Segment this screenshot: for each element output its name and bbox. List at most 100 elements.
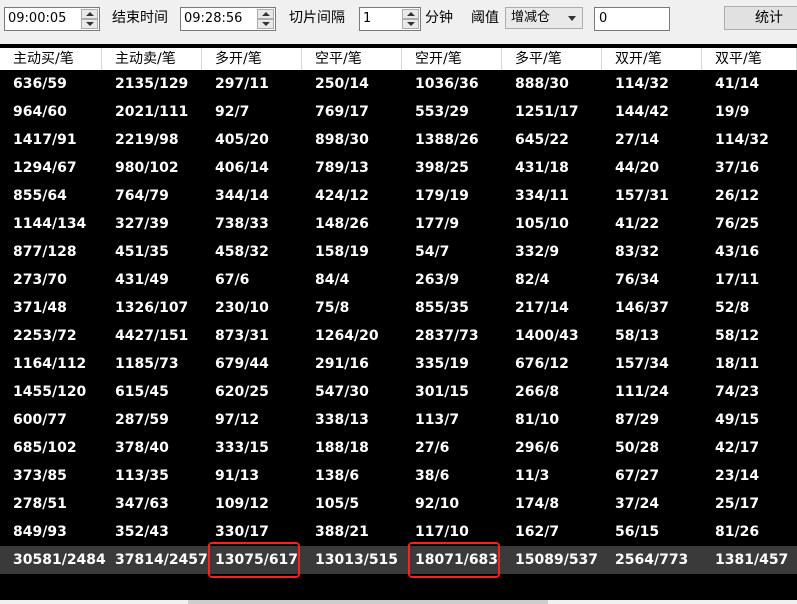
column-header[interactable]: 多开/笔	[202, 48, 302, 70]
total-cell: 13013/515	[315, 552, 399, 568]
table-cell: 406/14	[215, 160, 269, 176]
column-header[interactable]: 空开/笔	[402, 48, 502, 70]
table-cell: 301/15	[415, 384, 469, 400]
table-cell: 97/12	[215, 412, 260, 428]
table-cell: 451/35	[115, 244, 169, 260]
table-cell: 27/6	[415, 440, 450, 456]
table-cell: 81/26	[715, 524, 760, 540]
start-time-value[interactable]: 09:00:05	[8, 11, 66, 27]
interval-spinner[interactable]	[402, 9, 419, 29]
table-cell: 398/25	[415, 160, 469, 176]
table-cell: 41/14	[715, 76, 760, 92]
table-cell: 148/26	[315, 216, 369, 232]
table-cell: 263/9	[415, 272, 460, 288]
table-row[interactable]: 2253/72 4427/151 873/31 1264/20 2837/73 1400/…	[0, 322, 797, 350]
table-row[interactable]: 855/64 764/79 344/14 424/12 179/19 334/11 157/…	[0, 182, 797, 210]
table-cell: 2135/129	[115, 76, 189, 92]
table-cell: 1294/67	[13, 160, 77, 176]
interval-stepper[interactable]: 1	[359, 7, 421, 31]
column-header[interactable]: 多平/笔	[502, 48, 602, 70]
table-cell: 278/51	[13, 496, 67, 512]
table-cell: 1251/17	[515, 104, 579, 120]
table-row[interactable]: 278/51 347/63 109/12 105/5 92/10 174/8 37/24 25…	[0, 490, 797, 518]
table-row[interactable]: 371/48 1326/107 230/10 75/8 855/35 217/14 146/…	[0, 294, 797, 322]
table-cell: 873/31	[215, 328, 269, 344]
table-row[interactable]: 600/77 287/59 97/12 338/13 113/7 81/10 87/29 49…	[0, 406, 797, 434]
table-cell: 18/11	[715, 356, 760, 372]
table-cell: 114/32	[715, 132, 769, 148]
column-header[interactable]: 双开/笔	[602, 48, 702, 70]
column-header[interactable]: 主动卖/笔	[102, 48, 202, 70]
table-cell: 42/17	[715, 440, 760, 456]
start-time-spinner[interactable]	[81, 9, 98, 29]
table-cell: 877/128	[13, 244, 77, 260]
increment-arrow-icon[interactable]	[257, 9, 274, 19]
table-cell: 405/20	[215, 132, 269, 148]
table-cell: 738/33	[215, 216, 269, 232]
increment-arrow-icon[interactable]	[402, 9, 419, 19]
table-cell: 67/6	[215, 272, 250, 288]
horizontal-scrollbar[interactable]	[0, 600, 797, 604]
table-cell: 50/28	[615, 440, 660, 456]
threshold-input-value[interactable]: 0	[599, 11, 607, 27]
table-row[interactable]: 877/128 451/35 458/32 158/19 54/7 332/9 83/32 4…	[0, 238, 797, 266]
totals-row[interactable]: 30581/2484 37814/2457 13075/617 13013/515 18…	[0, 546, 797, 574]
table-cell: 855/35	[415, 300, 469, 316]
highlight-box	[208, 542, 300, 578]
table-cell: 352/43	[115, 524, 169, 540]
scrollbar-thumb[interactable]	[188, 600, 548, 604]
table-cell: 371/48	[13, 300, 67, 316]
table-row[interactable]: 273/70 431/49 67/6 84/4 263/9 82/4 76/34 17/11	[0, 266, 797, 294]
table-cell: 266/8	[515, 384, 560, 400]
table-cell: 82/4	[515, 272, 550, 288]
start-time-picker[interactable]: 09:00:05	[4, 7, 100, 31]
table-cell: 296/6	[515, 440, 560, 456]
threshold-mode-select[interactable]: 增减仓	[505, 7, 583, 29]
interval-value[interactable]: 1	[363, 11, 371, 27]
table-row[interactable]: 685/102 378/40 333/15 188/18 27/6 296/6 50/28 4…	[0, 434, 797, 462]
table-cell: 38/6	[415, 468, 450, 484]
table-cell: 74/23	[715, 384, 760, 400]
stats-button[interactable]: 统计	[724, 6, 797, 30]
end-time-spinner[interactable]	[257, 9, 274, 29]
total-cell: 37814/2457	[115, 552, 208, 568]
threshold-mode-value: 增减仓	[511, 10, 551, 25]
table-cell: 344/14	[215, 188, 269, 204]
table-row[interactable]: 373/85 113/35 91/13 138/6 38/6 11/3 67/27 23/14	[0, 462, 797, 490]
end-time-value[interactable]: 09:28:56	[184, 11, 242, 27]
column-header[interactable]: 主动买/笔	[0, 48, 102, 70]
decrement-arrow-icon[interactable]	[81, 19, 98, 29]
table-cell: 67/27	[615, 468, 660, 484]
table-cell: 188/18	[315, 440, 369, 456]
end-time-picker[interactable]: 09:28:56	[180, 7, 276, 31]
table-cell: 964/60	[13, 104, 67, 120]
column-header[interactable]: 双平/笔	[702, 48, 797, 70]
total-cell: 15089/537	[515, 552, 599, 568]
table-row[interactable]: 1144/134 327/39 738/33 148/26 177/9 105/10 41/…	[0, 210, 797, 238]
decrement-arrow-icon[interactable]	[402, 19, 419, 29]
table-cell: 109/12	[215, 496, 269, 512]
chevron-down-icon[interactable]	[568, 16, 576, 21]
table-row[interactable]: 964/60 2021/111 92/7 769/17 553/29 1251/17 144…	[0, 98, 797, 126]
column-header[interactable]: 空平/笔	[302, 48, 402, 70]
table-cell: 4427/151	[115, 328, 189, 344]
table-row[interactable]: 1164/112 1185/73 679/44 291/16 335/19 676/12 1…	[0, 350, 797, 378]
table-row[interactable]: 636/59 2135/129 297/11 250/14 1036/36 888/30 1…	[0, 70, 797, 98]
table-cell: 157/34	[615, 356, 669, 372]
table-cell: 84/4	[315, 272, 350, 288]
threshold-input[interactable]: 0	[594, 7, 670, 31]
table-row[interactable]: 1417/91 2219/98 405/20 898/30 1388/26 645/22 2…	[0, 126, 797, 154]
table-cell: 157/31	[615, 188, 669, 204]
table-cell: 332/9	[515, 244, 560, 260]
stats-button-label: 统计	[755, 10, 783, 26]
table-row[interactable]: 849/93 352/43 330/17 388/21 117/10 162/7 56/15…	[0, 518, 797, 546]
table-cell: 980/102	[115, 160, 179, 176]
table-row[interactable]: 1294/67 980/102 406/14 789/13 398/25 431/18 44…	[0, 154, 797, 182]
table-cell: 620/25	[215, 384, 269, 400]
increment-arrow-icon[interactable]	[81, 9, 98, 19]
table-cell: 334/11	[515, 188, 569, 204]
table-row[interactable]: 1455/120 615/45 620/25 547/30 301/15 266/8 111…	[0, 378, 797, 406]
decrement-arrow-icon[interactable]	[257, 19, 274, 29]
table-cell: 789/13	[315, 160, 369, 176]
table-cell: 2837/73	[415, 328, 479, 344]
